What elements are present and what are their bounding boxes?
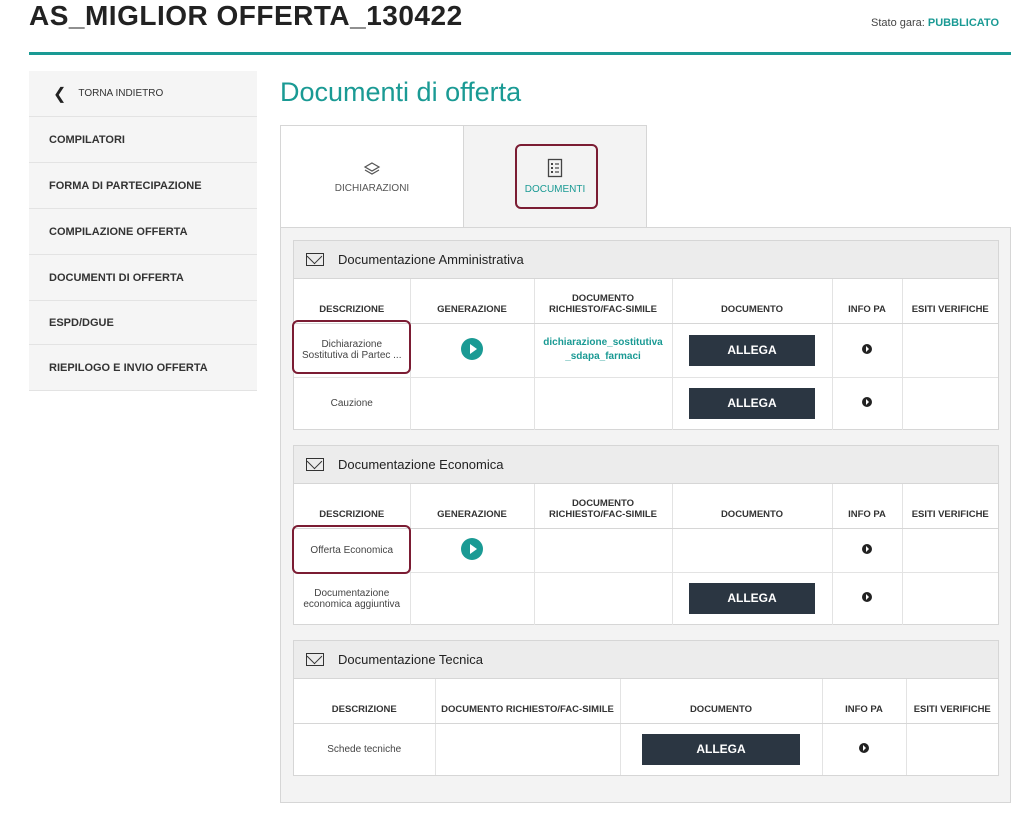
- info-icon[interactable]: [862, 343, 872, 354]
- table-row: Schede tecniche ALLEGA: [294, 723, 998, 775]
- highlight-documenti-tab: [515, 144, 598, 209]
- info-icon[interactable]: [862, 592, 872, 603]
- allega-button[interactable]: ALLEGA: [689, 388, 815, 420]
- table-row: Documentazione economica aggiuntiva ALLE…: [294, 572, 998, 625]
- col-info-pa: INFO PA: [822, 679, 907, 724]
- col-documento: DOCUMENTO: [672, 279, 833, 324]
- col-documento: DOCUMENTO: [672, 484, 833, 529]
- col-documento: DOCUMENTO: [620, 679, 823, 724]
- info-icon[interactable]: [862, 397, 872, 408]
- highlight-dichiarazione-row: [292, 320, 411, 374]
- block-title: Documentazione Economica: [338, 457, 504, 472]
- documents-table: DESCRIZIONE DOCUMENTO RICHIESTO/FAC-SIMI…: [294, 679, 998, 775]
- section-title: Documenti di offerta: [280, 77, 522, 107]
- sidebar-item-compilatori[interactable]: COMPILATORI: [29, 117, 257, 163]
- sidebar-item-documenti-offerta[interactable]: DOCUMENTI DI OFFERTA: [29, 255, 257, 301]
- facsimile-link[interactable]: dichiarazione_sostitutiva_sdapa_farmaci: [543, 337, 662, 362]
- highlight-offerta-economica-row: [292, 525, 411, 574]
- sidebar-item-riepilogo-invio[interactable]: RIEPILOGO E INVIO OFFERTA: [29, 345, 257, 391]
- allega-button[interactable]: ALLEGA: [689, 334, 815, 366]
- tab-dichiarazioni[interactable]: DICHIARAZIONI: [280, 125, 464, 228]
- col-esiti: ESITI VERIFICHE: [906, 679, 998, 724]
- row-descrizione: Cauzione: [294, 377, 411, 430]
- layers-icon: [363, 161, 381, 175]
- documents-panel: Documentazione Amministrativa DESCRIZION…: [280, 227, 1011, 803]
- table-row: Cauzione ALLEGA: [294, 377, 998, 430]
- play-icon[interactable]: [461, 537, 483, 560]
- tab-label: DICHIARAZIONI: [334, 182, 410, 194]
- col-documento-richiesto: DOCUMENTO RICHIESTO/FAC-SIMILE: [435, 679, 621, 724]
- back-label: TORNA INDIETRO: [78, 88, 164, 99]
- row-esiti: [902, 323, 998, 378]
- sidebar: ❮ TORNA INDIETRO COMPILATORI FORMA DI PA…: [29, 71, 257, 391]
- col-documento-richiesto: DOCUMENTO RICHIESTO/FAC-SIMILE: [534, 484, 673, 529]
- allega-button[interactable]: ALLEGA: [689, 583, 815, 615]
- block-header: Documentazione Tecnica: [294, 641, 998, 679]
- col-descrizione: DESCRIZIONE: [294, 484, 411, 529]
- block-tecnica: Documentazione Tecnica DESCRIZIONE DOCUM…: [293, 640, 999, 776]
- col-documento-richiesto: DOCUMENTO RICHIESTO/FAC-SIMILE: [534, 279, 673, 324]
- status-text: Stato gara: PUBBLICATO: [871, 17, 999, 29]
- mail-icon: [306, 458, 324, 471]
- col-esiti: ESITI VERIFICHE: [902, 279, 998, 324]
- row-descrizione: Schede tecniche: [294, 723, 436, 775]
- chevron-left-icon: ❮: [53, 85, 67, 103]
- sidebar-item-forma-partecipazione[interactable]: FORMA DI PARTECIPAZIONE: [29, 163, 257, 209]
- header-divider: [29, 52, 1011, 55]
- col-esiti: ESITI VERIFICHE: [902, 484, 998, 529]
- col-generazione: GENERAZIONE: [410, 484, 535, 529]
- col-descrizione: DESCRIZIONE: [294, 679, 436, 724]
- status-label: Stato gara:: [871, 17, 925, 29]
- allega-button[interactable]: ALLEGA: [642, 733, 800, 765]
- mail-icon: [306, 653, 324, 666]
- mail-icon: [306, 253, 324, 266]
- info-icon[interactable]: [859, 742, 869, 753]
- col-descrizione: DESCRIZIONE: [294, 279, 411, 324]
- col-generazione: GENERAZIONE: [410, 279, 535, 324]
- play-icon[interactable]: [461, 337, 483, 360]
- back-button[interactable]: ❮ TORNA INDIETRO: [29, 71, 257, 117]
- row-descrizione: Documentazione economica aggiuntiva: [294, 572, 411, 625]
- status-badge: PUBBLICATO: [927, 17, 999, 29]
- block-title: Documentazione Tecnica: [338, 652, 484, 667]
- block-header: Documentazione Amministrativa: [294, 241, 998, 279]
- info-icon[interactable]: [862, 543, 872, 554]
- block-header: Documentazione Economica: [294, 446, 998, 484]
- sidebar-item-compilazione-offerta[interactable]: COMPILAZIONE OFFERTA: [29, 209, 257, 255]
- col-info-pa: INFO PA: [832, 279, 903, 324]
- col-info-pa: INFO PA: [832, 484, 903, 529]
- sidebar-item-espd-dgue[interactable]: ESPD/DGUE: [29, 301, 257, 345]
- block-title: Documentazione Amministrativa: [338, 252, 524, 267]
- page-title: AS_MIGLIOR OFFERTA_130422: [29, 0, 463, 31]
